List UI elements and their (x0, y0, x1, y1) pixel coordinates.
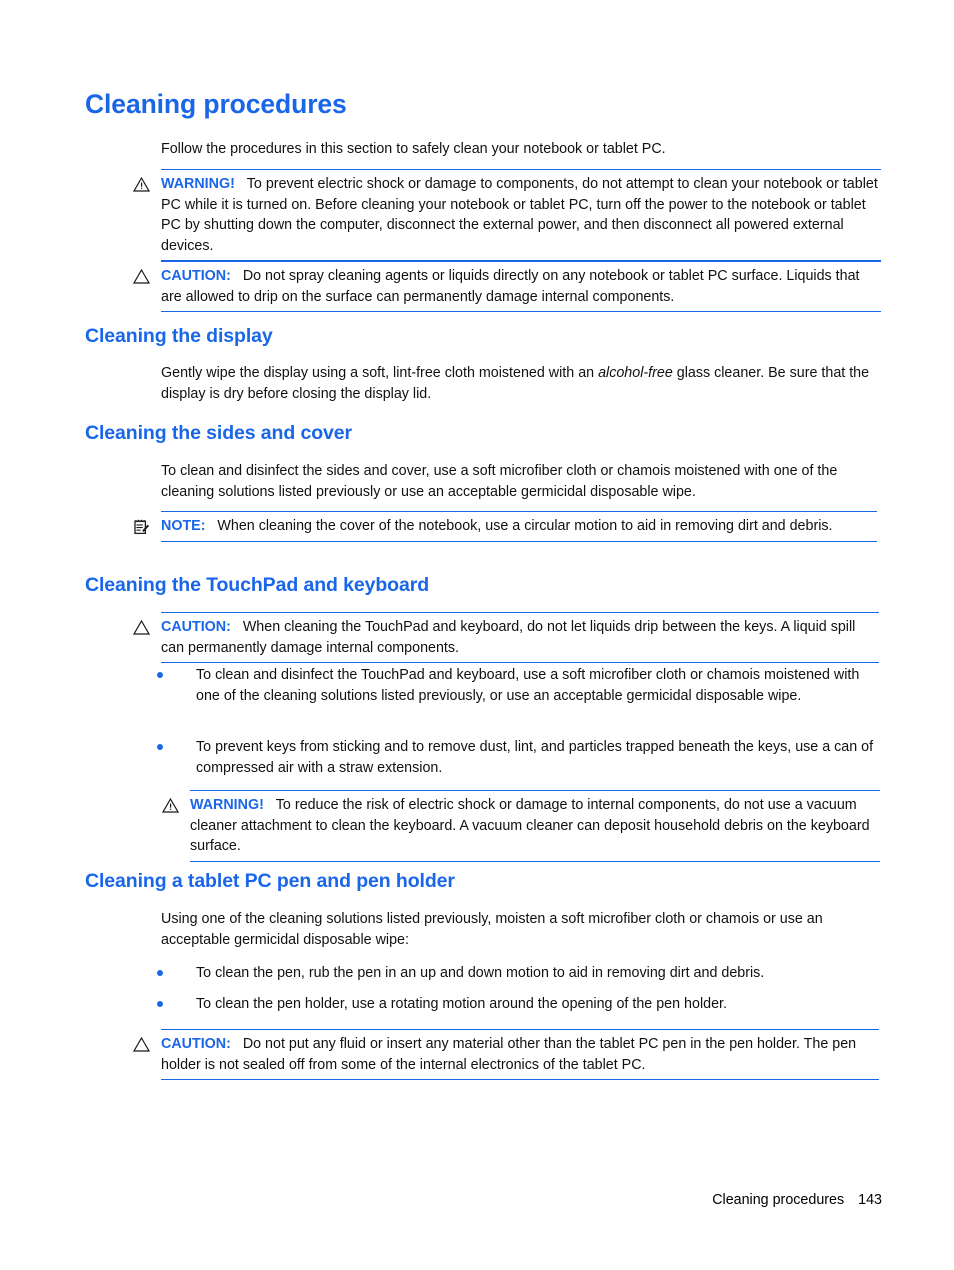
warning-label: WARNING! (190, 797, 264, 813)
caution-block-spray: CAUTION: Do not spray cleaning agents or… (133, 261, 881, 312)
caution-text: Do not put any fluid or insert any mater… (161, 1036, 857, 1073)
list-item-text: To clean the pen holder, use a rotating … (196, 996, 727, 1012)
caution-block-body: CAUTION: Do not put any fluid or insert … (161, 1034, 879, 1075)
list-item: To clean the pen, rub the pen in an up a… (157, 963, 882, 984)
warning-triangle-icon (133, 177, 153, 195)
list-item-text: To clean and disinfect the TouchPad and … (196, 667, 860, 704)
list-item-text: To prevent keys from sticking and to rem… (196, 739, 874, 776)
note-label: NOTE: (161, 518, 206, 534)
caution-block-touchpad: CAUTION: When cleaning the TouchPad and … (133, 612, 879, 663)
warning-block-body: WARNING! To reduce the risk of electric … (190, 795, 880, 857)
note-block-cover: NOTE: When cleaning the cover of the not… (134, 511, 877, 542)
footer-section-name: Cleaning procedures (712, 1192, 845, 1208)
caution-label: CAUTION: (161, 1036, 231, 1052)
display-para-part1: Gently wipe the display using a soft, li… (161, 365, 599, 381)
caution-block-body: CAUTION: Do not spray cleaning agents or… (161, 266, 881, 307)
warning-text: To prevent electric shock or damage to c… (161, 176, 878, 254)
caution-block-pen-holder: CAUTION: Do not put any fluid or insert … (133, 1029, 879, 1080)
note-clipboard-icon (133, 519, 153, 537)
section-heading-sides-cover: Cleaning the sides and cover (85, 422, 353, 444)
note-block-body: NOTE: When cleaning the cover of the not… (161, 516, 877, 537)
caution-triangle-icon (133, 269, 153, 287)
warning-text: To reduce the risk of electric shock or … (190, 797, 870, 854)
caution-text: When cleaning the TouchPad and keyboard,… (161, 619, 856, 656)
caution-triangle-icon (133, 620, 153, 638)
bullet-dot-icon (157, 1001, 163, 1007)
display-para-italic: alcohol-free (598, 365, 673, 381)
warning-block-body: WARNING! To prevent electric shock or da… (161, 174, 881, 256)
warning-block-power: WARNING! To prevent electric shock or da… (133, 169, 881, 261)
page-title: Cleaning procedures (85, 89, 347, 119)
list-item: To prevent keys from sticking and to rem… (157, 737, 882, 778)
section-heading-pen-holder: Cleaning a tablet PC pen and pen holder (85, 870, 455, 892)
sides-cover-paragraph: To clean and disinfect the sides and cov… (161, 463, 838, 500)
warning-label: WARNING! (161, 176, 235, 192)
warning-block-vacuum: WARNING! To reduce the risk of electric … (162, 790, 880, 862)
caution-block-body: CAUTION: When cleaning the TouchPad and … (161, 617, 879, 658)
note-text: When cleaning the cover of the notebook,… (217, 518, 833, 534)
caution-label: CAUTION: (161, 619, 231, 635)
footer-page-number: 143 (858, 1192, 882, 1208)
section-heading-touchpad: Cleaning the TouchPad and keyboard (85, 574, 430, 596)
caution-triangle-icon (133, 1037, 153, 1055)
caution-text: Do not spray cleaning agents or liquids … (161, 268, 860, 305)
warning-triangle-icon (162, 798, 182, 816)
list-item: To clean and disinfect the TouchPad and … (157, 665, 882, 706)
bullet-dot-icon (157, 744, 163, 750)
bullet-dot-icon (157, 672, 163, 678)
bullet-dot-icon (157, 970, 163, 976)
intro-paragraph: Follow the procedures in this section to… (161, 141, 666, 157)
document-page: Cleaning procedures Follow the procedure… (0, 0, 954, 1270)
pen-holder-paragraph: Using one of the cleaning solutions list… (161, 911, 823, 948)
list-item-text: To clean the pen, rub the pen in an up a… (196, 965, 765, 981)
list-item: To clean the pen holder, use a rotating … (157, 994, 882, 1015)
caution-label: CAUTION: (161, 268, 231, 284)
page-footer: Cleaning procedures 143 (712, 1192, 882, 1208)
display-paragraph: Gently wipe the display using a soft, li… (161, 363, 881, 404)
section-heading-display: Cleaning the display (85, 325, 273, 347)
